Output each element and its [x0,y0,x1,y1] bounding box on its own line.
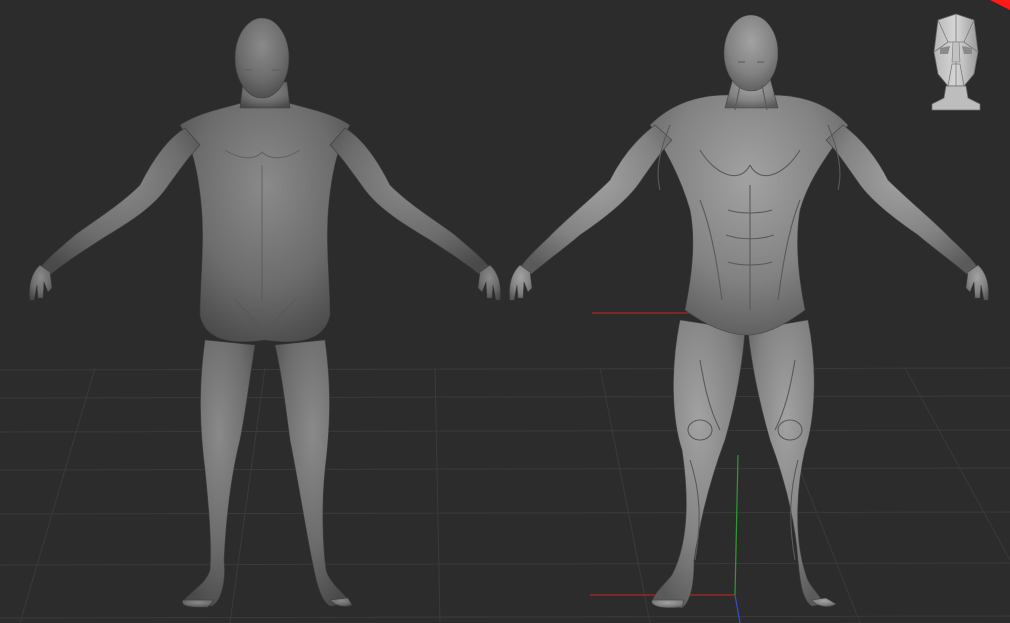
axis-y-line [734,454,739,596]
corner-indicator [990,0,1010,10]
base-head[interactable] [234,17,290,99]
head-orientation-icon[interactable] [928,12,984,112]
3d-viewport[interactable] [0,0,1010,623]
scene-canvas[interactable] [0,0,1010,623]
axis-z-line-floor [734,594,741,623]
base-body-mesh[interactable] [29,17,501,608]
muscle-head[interactable] [723,14,779,92]
muscle-body-mesh[interactable] [509,14,989,609]
floor-grid [0,367,1010,623]
